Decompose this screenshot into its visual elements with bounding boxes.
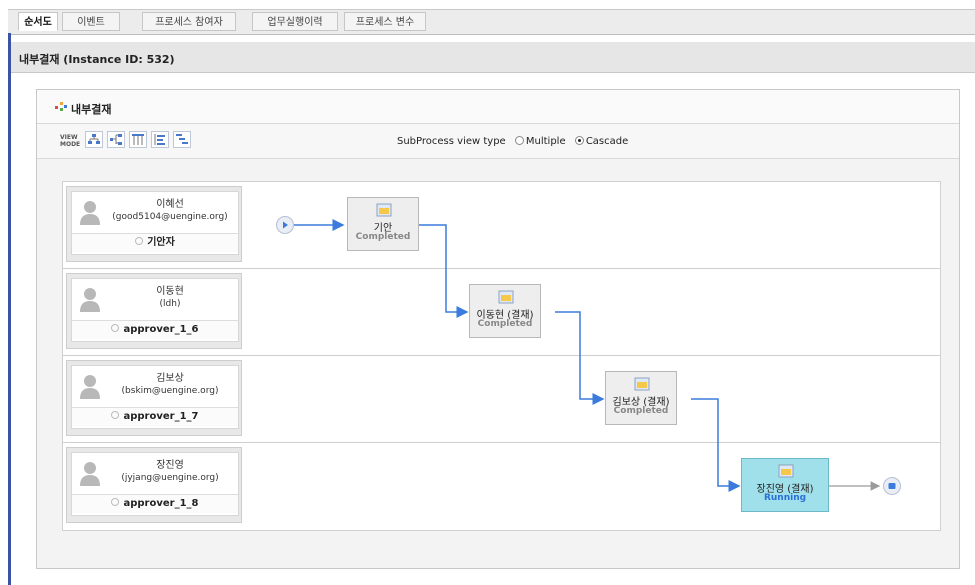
radio-multiple-label: Multiple	[525, 136, 566, 147]
tab-participants[interactable]: 프로세스 참여자	[142, 12, 236, 31]
tab-process-variables[interactable]: 프로세스 변수	[344, 12, 426, 31]
activity-status: Completed	[477, 319, 533, 329]
top-spacer	[0, 0, 975, 9]
activity-node[interactable]: 기안 Completed	[347, 197, 419, 251]
subprocess-label: SubProcess view type	[397, 136, 506, 147]
page-title: 내부결재 (Instance ID: 532)	[19, 53, 175, 66]
view-mode-label: VIEW MODE	[60, 134, 81, 148]
view-columns-icon	[132, 134, 144, 145]
tab-work-history[interactable]: 업무실행이력	[252, 12, 338, 31]
play-icon	[283, 221, 288, 229]
tab-bar: 순서도 이벤트 프로세스 참여자 업무실행이력 프로세스 변수	[8, 9, 975, 35]
task-icon	[634, 377, 650, 391]
view-list-icon	[154, 134, 165, 145]
flow-canvas: 이혜선 (good5104@uengine.org) 기안자 이동현 (ldh)…	[62, 181, 941, 531]
radio-cascade[interactable]	[574, 136, 584, 145]
view-toolbar: VIEW MODE SubProcess view type Multiple …	[37, 124, 959, 159]
tab-events[interactable]: 이벤트	[62, 12, 120, 31]
view-tree-icon	[88, 134, 100, 144]
instance-title-bar: 내부결재 (Instance ID: 532)	[11, 42, 975, 73]
view-indent-icon	[176, 134, 188, 144]
view-hierarchy-button[interactable]	[107, 131, 125, 148]
stop-icon	[888, 483, 896, 489]
view-indent-button[interactable]	[173, 131, 191, 148]
end-event[interactable]	[883, 477, 901, 495]
activity-status: Running	[763, 493, 807, 503]
left-accent-bar	[8, 33, 11, 585]
view-hierarchy-icon	[110, 134, 122, 145]
activity-node-running[interactable]: 장진영 (결재) Running	[741, 458, 829, 512]
start-event[interactable]	[276, 216, 294, 234]
activity-node[interactable]: 이동현 (결재) Completed	[469, 284, 541, 338]
task-icon	[778, 464, 794, 478]
process-icon	[55, 102, 67, 111]
task-icon	[498, 290, 514, 304]
view-list-button[interactable]	[151, 131, 169, 148]
activity-status: Completed	[355, 232, 411, 242]
subprocess-view-type: SubProcess view type Multiple Cascade	[397, 136, 628, 147]
activity-node[interactable]: 김보상 (결재) Completed	[605, 371, 677, 425]
task-icon	[376, 203, 392, 217]
radio-cascade-label: Cascade	[585, 136, 629, 147]
view-tree-button[interactable]	[85, 131, 103, 148]
tab-flowchart[interactable]: 순서도	[18, 12, 58, 31]
panel-header: 내부결재	[37, 90, 959, 124]
radio-multiple[interactable]	[514, 136, 524, 145]
panel-title: 내부결재	[71, 103, 112, 116]
activity-status: Completed	[613, 406, 669, 416]
view-columns-button[interactable]	[129, 131, 147, 148]
